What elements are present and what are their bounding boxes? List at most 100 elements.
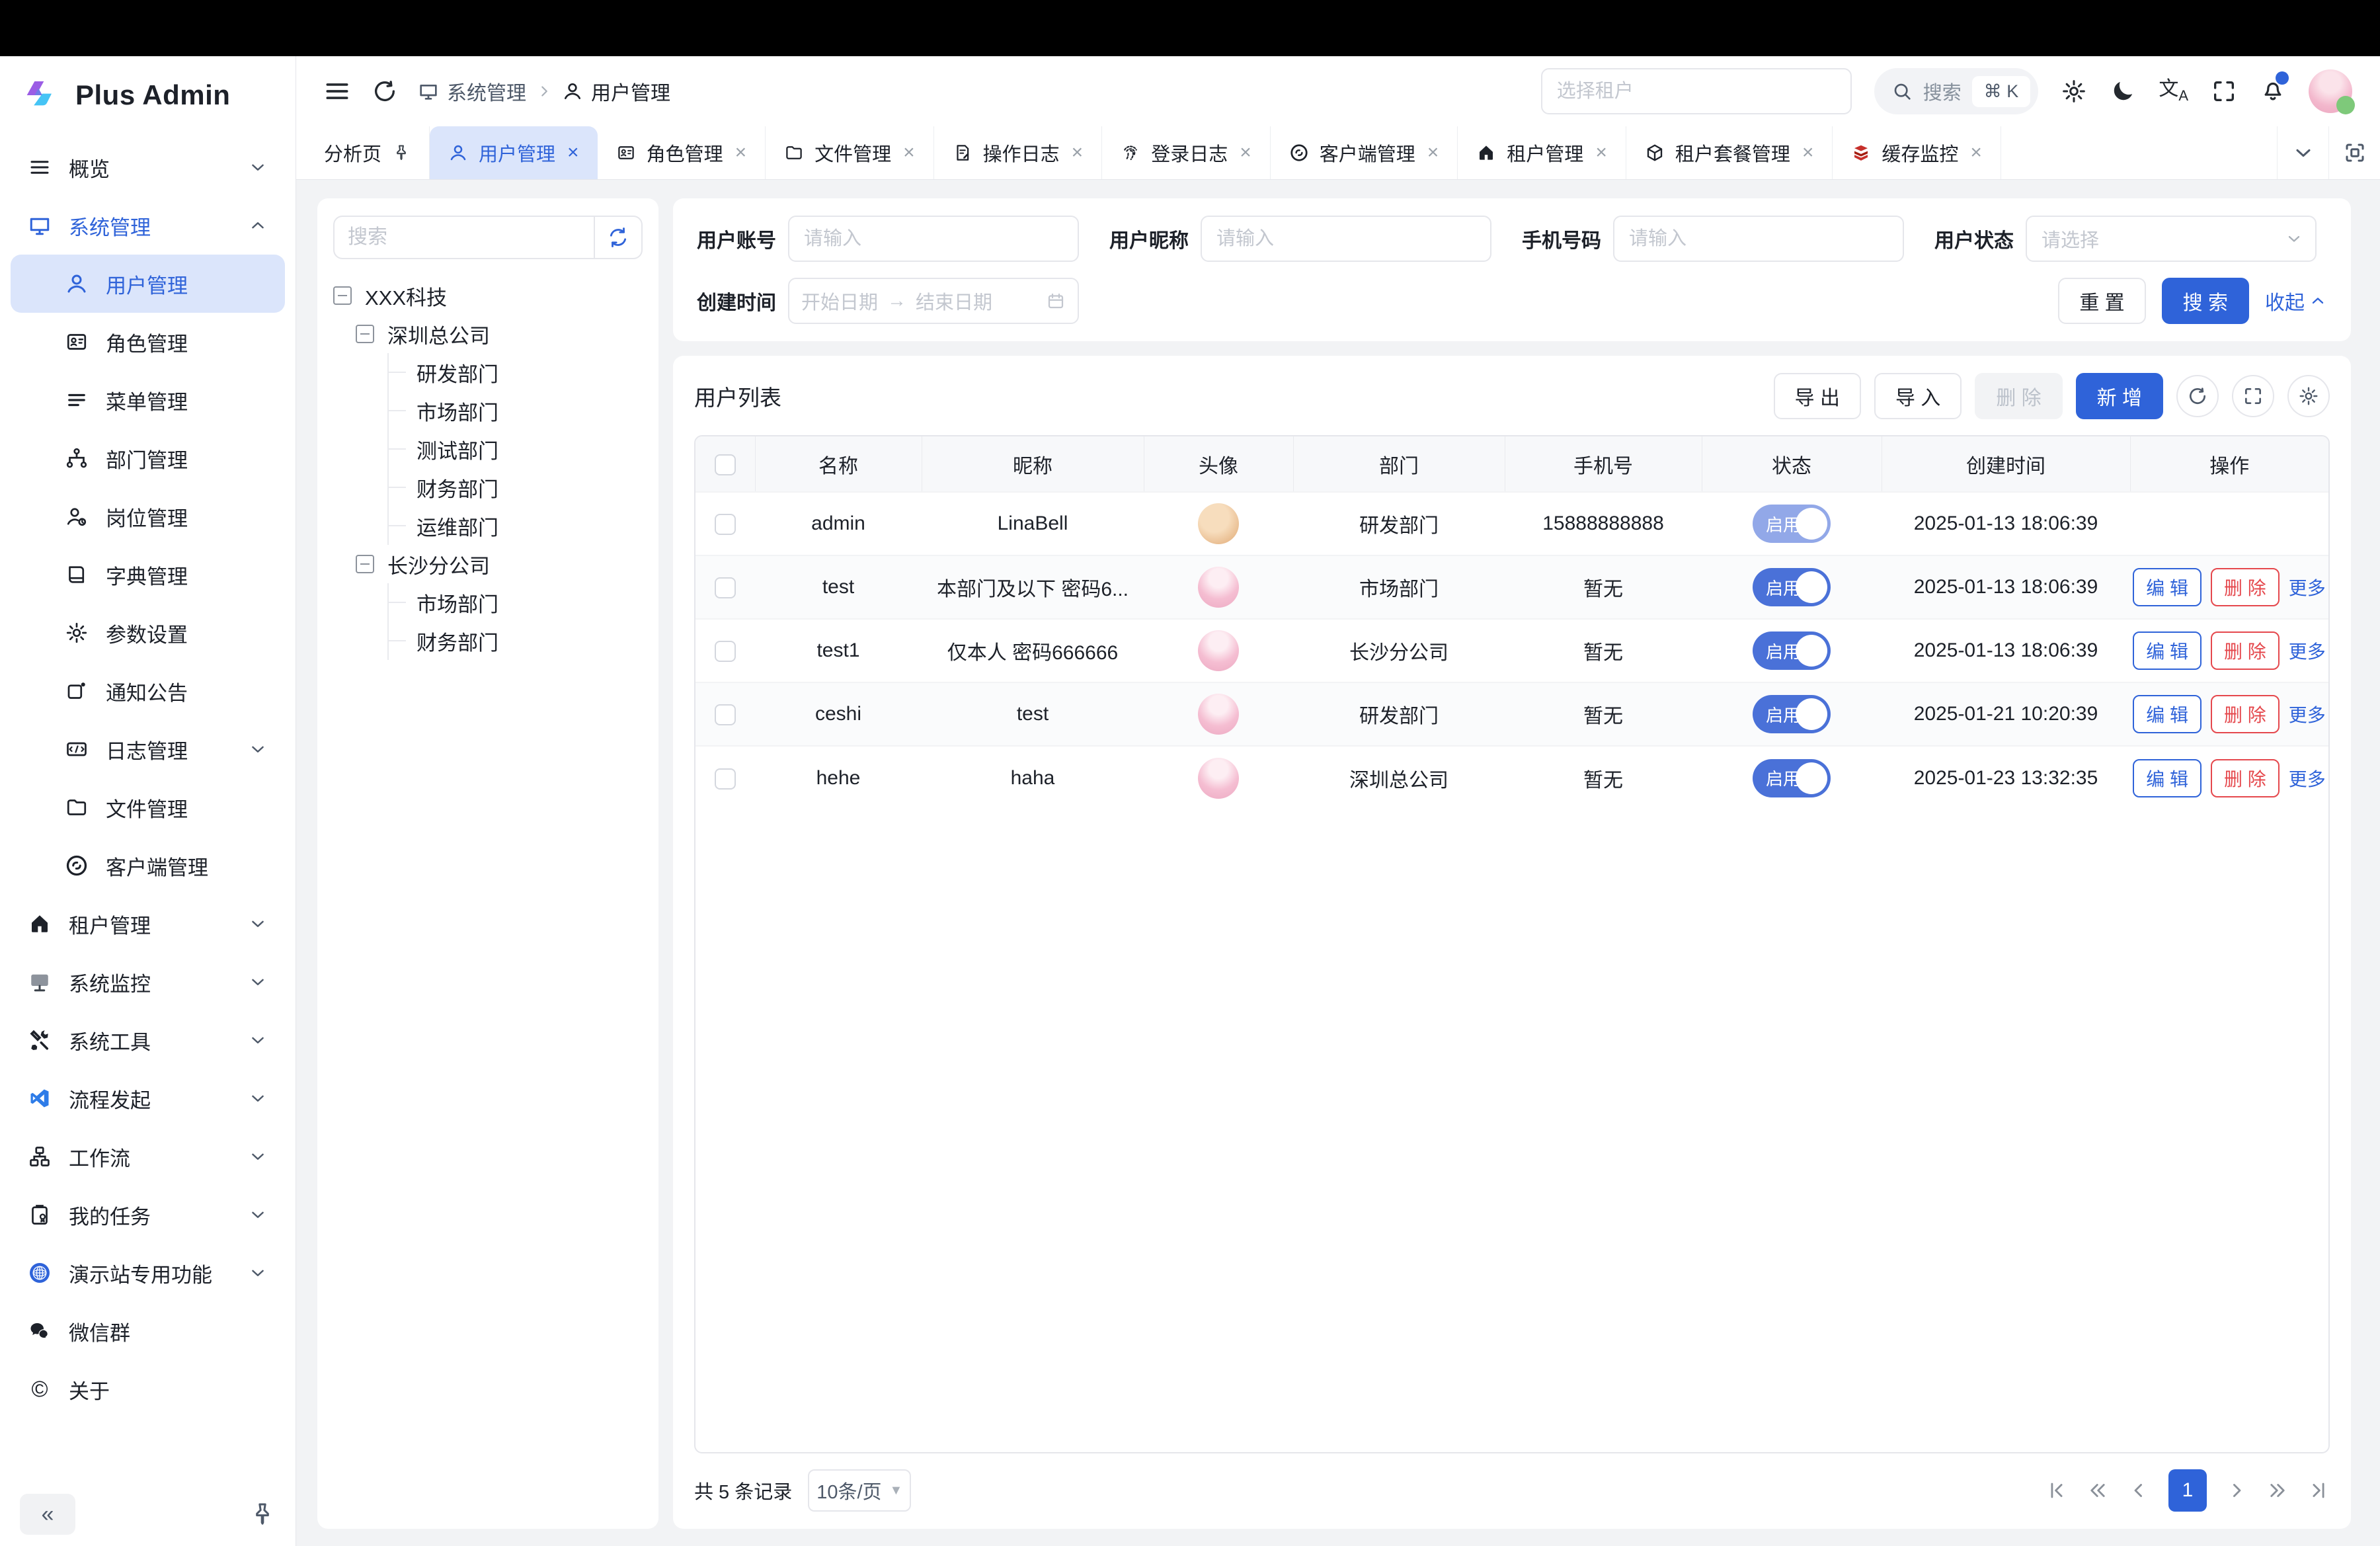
tenant-select-input[interactable] xyxy=(1541,68,1852,114)
tab-role-management[interactable]: 角色管理 × xyxy=(598,126,766,179)
more-link[interactable]: 更多 xyxy=(2289,574,2326,600)
tab-operation-log[interactable]: 操作日志 × xyxy=(934,126,1103,179)
tab-client-management[interactable]: 客户端管理 × xyxy=(1271,126,1458,179)
page-size-select[interactable]: 10条/页 ▼ xyxy=(808,1469,911,1512)
tree-node-root[interactable]: XXX科技 xyxy=(333,276,643,315)
delete-button[interactable]: 删 除 xyxy=(1975,373,2062,419)
tree-node-company[interactable]: 深圳总公司 xyxy=(356,315,643,353)
pin-icon[interactable] xyxy=(249,1501,276,1527)
more-link[interactable]: 更多 xyxy=(2289,637,2326,664)
status-toggle[interactable]: 启用 xyxy=(1753,631,1831,670)
edit-button[interactable]: 编 辑 xyxy=(2133,631,2202,670)
table-fullscreen-button[interactable] xyxy=(2232,375,2274,417)
table-refresh-button[interactable] xyxy=(2176,375,2219,417)
close-icon[interactable]: × xyxy=(1802,142,1814,164)
next-jump-icon[interactable] xyxy=(2266,1479,2289,1502)
edit-button[interactable]: 编 辑 xyxy=(2133,568,2202,606)
sidebar-item-role-management[interactable]: 角色管理 xyxy=(11,313,285,371)
table-settings-button[interactable] xyxy=(2287,375,2330,417)
tree-node-dept[interactable]: 财务部门 xyxy=(389,622,643,660)
date-range-picker[interactable]: 开始日期 → 结束日期 xyxy=(788,278,1079,324)
sidebar-item-department-management[interactable]: 部门管理 xyxy=(11,429,285,487)
content-fullscreen-button[interactable] xyxy=(2328,126,2380,179)
status-toggle[interactable]: 启用 xyxy=(1753,568,1831,606)
tree-search-input[interactable] xyxy=(335,226,594,249)
row-checkbox[interactable] xyxy=(715,577,736,598)
import-button[interactable]: 导 入 xyxy=(1874,373,1962,419)
refresh-icon[interactable] xyxy=(372,78,398,104)
phone-input[interactable] xyxy=(1613,216,1904,262)
tree-node-dept[interactable]: 市场部门 xyxy=(389,391,643,430)
status-select[interactable]: 请选择 xyxy=(2026,216,2317,262)
sidebar-item-post-management[interactable]: 岗位管理 xyxy=(11,487,285,546)
close-icon[interactable]: × xyxy=(1970,142,1982,164)
pin-icon[interactable] xyxy=(392,143,411,162)
export-button[interactable]: 导 出 xyxy=(1774,373,1861,419)
status-toggle[interactable]: 启用 xyxy=(1753,505,1831,543)
tab-file-management[interactable]: 文件管理 × xyxy=(766,126,934,179)
sidebar-item-file-management[interactable]: 文件管理 xyxy=(11,778,285,836)
fullscreen-icon[interactable] xyxy=(2211,78,2237,104)
collapse-expander-icon[interactable] xyxy=(356,325,374,343)
tab-tenant-management[interactable]: 租户管理 × xyxy=(1458,126,1626,179)
sidebar-item-system-management[interactable]: 系统管理 xyxy=(11,196,285,255)
sidebar-item-overview[interactable]: 概览 xyxy=(11,138,285,196)
close-icon[interactable]: × xyxy=(567,142,579,164)
tab-analysis[interactable]: 分析页 xyxy=(305,126,430,179)
add-button[interactable]: 新 增 xyxy=(2076,373,2163,419)
delete-row-button[interactable]: 删 除 xyxy=(2211,568,2280,606)
current-page[interactable]: 1 xyxy=(2168,1469,2207,1512)
close-icon[interactable]: × xyxy=(1072,142,1084,164)
sidebar-item-about[interactable]: © 关于 xyxy=(11,1360,285,1418)
edit-button[interactable]: 编 辑 xyxy=(2133,695,2202,733)
tree-node-dept[interactable]: 市场部门 xyxy=(389,583,643,622)
sidebar-item-client-management[interactable]: 客户端管理 xyxy=(11,836,285,895)
tab-login-log[interactable]: 登录日志 × xyxy=(1102,126,1271,179)
sidebar-item-tenant-management[interactable]: 租户管理 xyxy=(11,895,285,953)
collapse-expander-icon[interactable] xyxy=(333,286,352,305)
sidebar-item-workflow[interactable]: 工作流 xyxy=(11,1127,285,1186)
sidebar-item-menu-management[interactable]: 菜单管理 xyxy=(11,371,285,429)
status-toggle[interactable]: 启用 xyxy=(1753,759,1831,797)
sidebar-item-dict-management[interactable]: 字典管理 xyxy=(11,546,285,604)
last-page-icon[interactable] xyxy=(2307,1479,2330,1502)
row-checkbox[interactable] xyxy=(715,514,736,535)
sidebar-item-parameter-settings[interactable]: 参数设置 xyxy=(11,604,285,662)
close-icon[interactable]: × xyxy=(735,142,747,164)
sidebar-item-system-monitor[interactable]: 系统监控 xyxy=(11,953,285,1011)
close-icon[interactable]: × xyxy=(1240,142,1251,164)
translate-icon[interactable]: 文A xyxy=(2159,79,2188,103)
delete-row-button[interactable]: 删 除 xyxy=(2211,759,2280,797)
notifications-bell[interactable] xyxy=(2260,75,2286,107)
nickname-input[interactable] xyxy=(1201,216,1491,262)
next-page-icon[interactable] xyxy=(2225,1479,2248,1502)
tab-cache-monitor[interactable]: 缓存监控 × xyxy=(1833,126,2001,179)
dark-mode-moon-icon[interactable] xyxy=(2110,78,2136,104)
sidebar-item-user-management[interactable]: 用户管理 xyxy=(11,255,285,313)
tab-tenant-package-management[interactable]: 租户套餐管理 × xyxy=(1626,126,1833,179)
gear-icon[interactable] xyxy=(2061,78,2087,104)
tree-node-dept[interactable]: 研发部门 xyxy=(389,353,643,391)
account-input[interactable] xyxy=(788,216,1079,262)
collapse-filters-link[interactable]: 收起 xyxy=(2265,286,2327,315)
close-icon[interactable]: × xyxy=(1595,142,1607,164)
sidebar-item-demo-features[interactable]: 演示站专用功能 xyxy=(11,1244,285,1302)
more-link[interactable]: 更多 xyxy=(2289,701,2326,727)
search-button[interactable]: 搜 索 xyxy=(2162,278,2249,324)
status-toggle[interactable]: 启用 xyxy=(1753,695,1831,733)
delete-row-button[interactable]: 删 除 xyxy=(2211,631,2280,670)
tab-user-management[interactable]: 用户管理 × xyxy=(430,126,598,179)
row-checkbox[interactable] xyxy=(715,704,736,725)
first-page-icon[interactable] xyxy=(2045,1479,2068,1502)
global-search[interactable]: 搜索 ⌘ K xyxy=(1874,68,2039,114)
edit-button[interactable]: 编 辑 xyxy=(2133,759,2202,797)
breadcrumb-system[interactable]: 系统管理 xyxy=(418,77,526,106)
user-avatar[interactable] xyxy=(2309,69,2352,113)
sidebar-item-notice[interactable]: 通知公告 xyxy=(11,662,285,720)
tree-node-dept[interactable]: 测试部门 xyxy=(389,430,643,468)
sidebar-item-my-tasks[interactable]: 我的任务 xyxy=(11,1186,285,1244)
select-all-checkbox[interactable] xyxy=(715,454,736,475)
tree-node-dept[interactable]: 运维部门 xyxy=(389,507,643,545)
reset-button[interactable]: 重 置 xyxy=(2058,278,2145,324)
prev-page-icon[interactable] xyxy=(2127,1479,2150,1502)
